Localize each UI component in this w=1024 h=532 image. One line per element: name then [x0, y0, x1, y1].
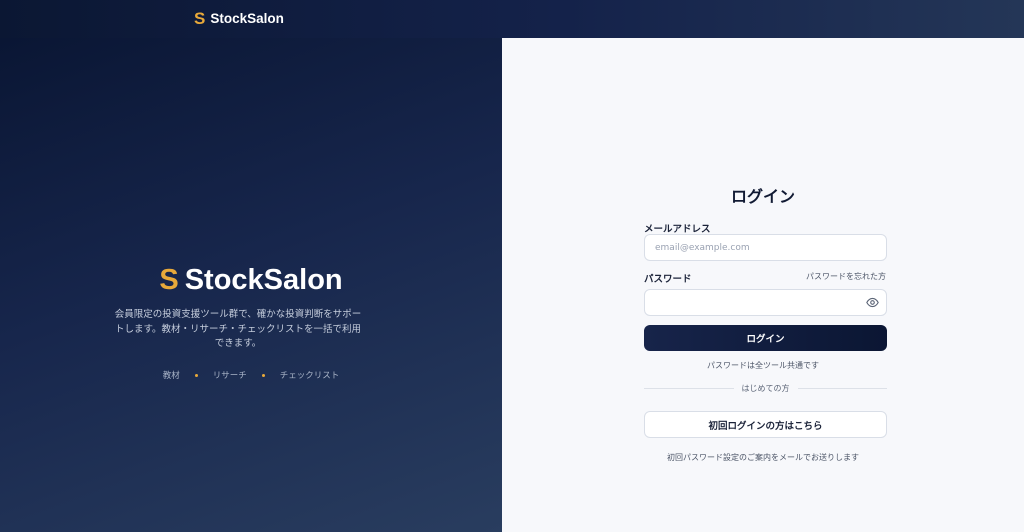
- login-panel: ログイン メールアドレス パスワード パスワードを忘れた方 ログイン パスワード…: [502, 38, 1024, 532]
- email-label: メールアドレス: [644, 224, 711, 235]
- bullet-dot: [261, 373, 265, 377]
- brand-name: StockSalon: [210, 11, 284, 26]
- first-login-button[interactable]: 初回ログインの方はこちら: [644, 411, 887, 438]
- bullet-dot: [194, 373, 198, 377]
- hero-tag-materials: 教材: [162, 371, 180, 381]
- login-button[interactable]: ログイン: [644, 325, 887, 351]
- hero-tag-checklist: チェックリスト: [279, 371, 340, 381]
- eye-icon[interactable]: [866, 296, 879, 309]
- password-input[interactable]: [644, 289, 887, 316]
- first-login-note: 初回パスワード設定のご案内をメールでお送りします: [667, 453, 859, 462]
- login-title: ログイン: [730, 187, 795, 206]
- logo-mark: S: [194, 9, 206, 28]
- forgot-password-link[interactable]: パスワードを忘れた方: [806, 271, 886, 282]
- password-label: パスワード: [644, 274, 692, 285]
- divider-text: はじめての方: [741, 384, 790, 393]
- password-note: パスワードは全ツール共通です: [707, 361, 819, 370]
- divider: はじめての方: [644, 383, 887, 394]
- hero-tag-research: リサーチ: [212, 371, 247, 381]
- divider-line: [644, 388, 734, 389]
- divider-line: [797, 388, 887, 389]
- hero-brand-name: StockSalon: [184, 264, 343, 296]
- hero-logo-mark: S: [159, 264, 179, 296]
- email-input[interactable]: [644, 234, 887, 261]
- hero-panel: S StockSalon 会員限定の投資支援ツール群で、確かな投資判断をサポートし…: [0, 38, 502, 532]
- hero-description: 会員限定の投資支援ツール群で、確かな投資判断をサポートします。教材・リサーチ・チ…: [114, 309, 362, 349]
- header-logo[interactable]: S StockSalon: [194, 9, 284, 29]
- hero-tag-list: 教材 リサーチ チェックリスト: [0, 369, 502, 381]
- top-nav-bar: S StockSalon: [0, 0, 1024, 38]
- hero-logo: S StockSalon: [0, 264, 502, 297]
